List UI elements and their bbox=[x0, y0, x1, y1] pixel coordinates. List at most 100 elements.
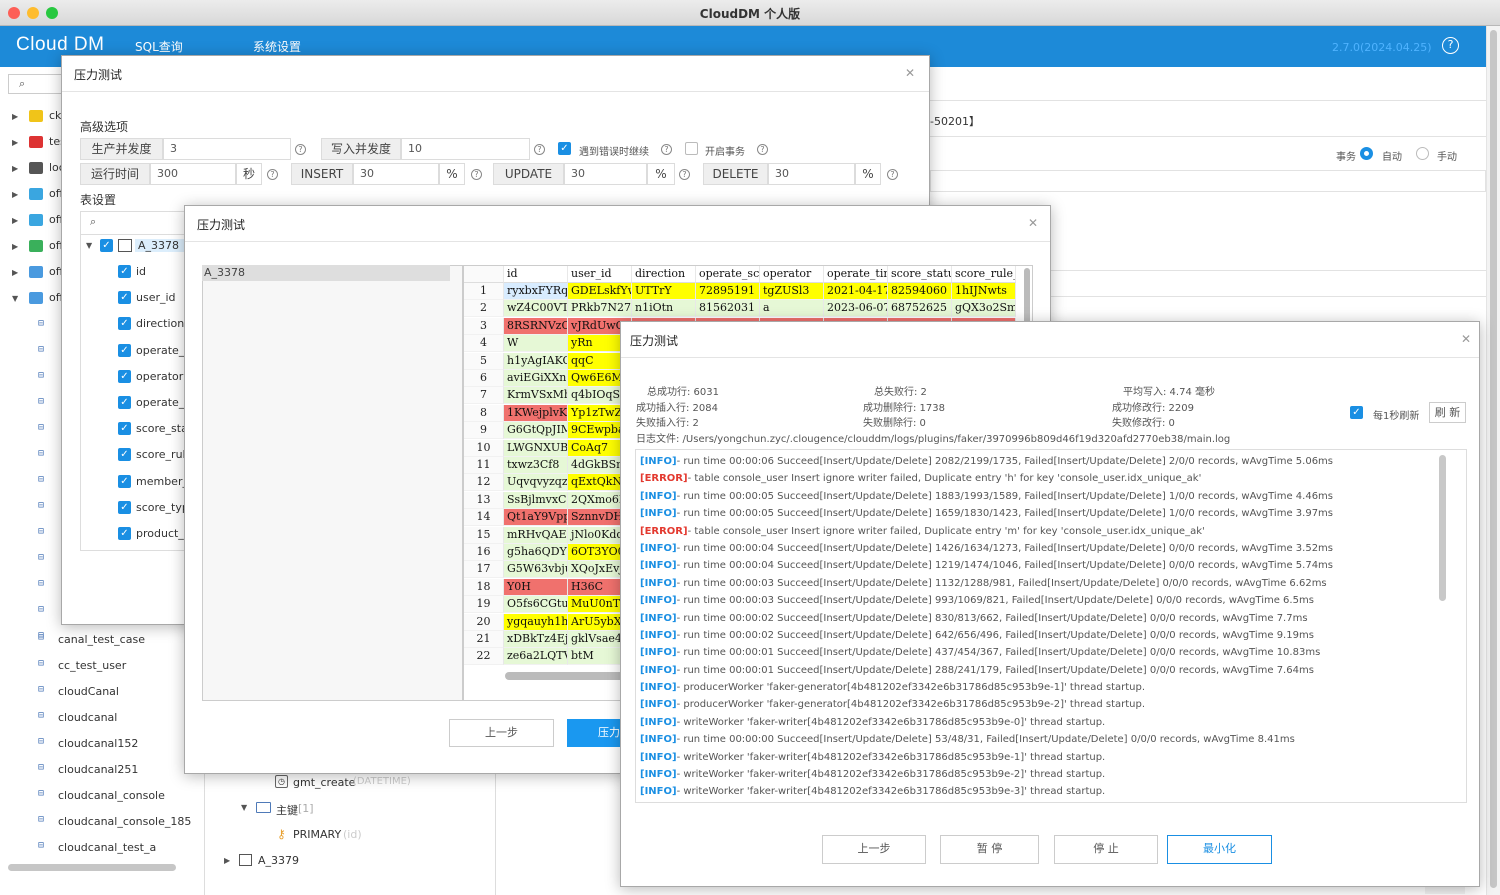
table-item[interactable]: cloudcanal152 bbox=[58, 737, 138, 750]
prev-step-button[interactable]: 上一步 bbox=[449, 719, 554, 747]
delete-percent-input[interactable]: 30 bbox=[768, 163, 855, 185]
column-search[interactable]: ⌕ bbox=[80, 211, 190, 235]
runtime-input[interactable]: 300 bbox=[150, 163, 236, 185]
grid-cell[interactable]: a bbox=[760, 300, 824, 318]
grid-cell[interactable]: 72895191 bbox=[696, 283, 760, 300]
help-icon[interactable]: ? bbox=[887, 169, 898, 180]
help-icon[interactable]: ? bbox=[661, 144, 672, 155]
refresh-button[interactable]: 刷 新 bbox=[1429, 402, 1466, 423]
grid-cell[interactable]: wZ4C00VTV bbox=[504, 300, 568, 318]
column-checkbox[interactable]: ✓ bbox=[118, 448, 131, 462]
grid-cell[interactable]: LWGNXUBc bbox=[504, 439, 568, 457]
column-gmt-create[interactable]: gmt_create bbox=[293, 776, 355, 789]
main-scrollbar-thumb[interactable] bbox=[1490, 30, 1497, 888]
nav-settings[interactable]: 系统设置 bbox=[253, 38, 301, 55]
grid-header[interactable]: direction bbox=[632, 266, 696, 283]
tx-auto-radio[interactable] bbox=[1360, 147, 1373, 160]
column-checkbox[interactable]: ✓ bbox=[118, 369, 131, 383]
expand-icon[interactable]: ▼ bbox=[12, 294, 18, 303]
grid-cell[interactable]: 1KWejplvKU bbox=[504, 404, 568, 422]
help-icon[interactable]: ? bbox=[267, 169, 278, 180]
grid-cell[interactable]: h1yAgIAKO bbox=[504, 352, 568, 370]
grid-cell[interactable]: O5fs6CGtus bbox=[504, 596, 568, 614]
tx-manual-radio[interactable] bbox=[1416, 147, 1429, 160]
preview-table-item[interactable]: A_3378 bbox=[202, 265, 450, 281]
help-icon[interactable]: ? bbox=[757, 144, 768, 155]
continue-on-error-checkbox[interactable]: ✓ bbox=[558, 142, 571, 155]
grid-cell[interactable]: g5ha6QDYN bbox=[504, 544, 568, 561]
table-item[interactable]: cloudcanal_test_a bbox=[58, 841, 156, 854]
db-item-label[interactable]: ck bbox=[49, 109, 61, 122]
pause-button[interactable]: 暂 停 bbox=[940, 835, 1039, 864]
grid-cell[interactable]: xDBkTz4Ejz bbox=[504, 631, 568, 648]
sidebar-hscroll[interactable] bbox=[8, 864, 176, 871]
grid-cell[interactable]: G5W63vbju bbox=[504, 561, 568, 579]
grid-cell[interactable]: 2021-04-17 ( bbox=[824, 283, 888, 300]
grid-cell[interactable]: tgZUSl3 bbox=[760, 283, 824, 300]
minimize-button[interactable]: 最小化 bbox=[1167, 835, 1272, 864]
table-item[interactable]: cloudcanal_console_185 bbox=[58, 815, 191, 828]
grid-header[interactable]: operate_score bbox=[696, 266, 760, 283]
expand-icon[interactable]: ▶ bbox=[12, 190, 18, 199]
pk-folder[interactable]: 主键 bbox=[276, 802, 298, 818]
grid-cell[interactable]: SsBjlmvxCL bbox=[504, 491, 568, 509]
table-item[interactable]: cc_test_user bbox=[58, 659, 126, 672]
grid-cell[interactable]: ze6a2LQTVl bbox=[504, 648, 568, 666]
expand-icon[interactable]: ▶ bbox=[12, 138, 18, 147]
grid-cell[interactable]: 81562031 bbox=[696, 300, 760, 318]
column-checkbox[interactable]: ✓ bbox=[118, 500, 131, 514]
column-checkbox[interactable]: ✓ bbox=[118, 317, 131, 331]
grid-cell[interactable]: G6GtQpJIM bbox=[504, 422, 568, 440]
expand-icon[interactable]: ▶ bbox=[12, 112, 18, 121]
table-item[interactable]: cloudCanal bbox=[58, 685, 119, 698]
grid-cell[interactable]: 2023-06-07 2 bbox=[824, 300, 888, 318]
grid-cell[interactable]: ryxbxFYRqI bbox=[504, 283, 568, 300]
table-checkbox[interactable]: ✓ bbox=[100, 239, 113, 252]
sidebar-search[interactable]: ⌕ bbox=[8, 74, 62, 94]
column-checkbox[interactable]: ✓ bbox=[118, 343, 131, 357]
column-checkbox[interactable]: ✓ bbox=[118, 422, 131, 436]
table-item[interactable]: cloudcanal bbox=[58, 711, 117, 724]
help-icon[interactable]: ? bbox=[295, 144, 306, 155]
column-checkbox[interactable]: ✓ bbox=[118, 527, 131, 540]
expand-icon[interactable]: ▶ bbox=[224, 856, 230, 865]
grid-cell[interactable]: 1hIJNwts bbox=[952, 283, 1016, 300]
grid-cell[interactable]: txwz3Cf8 bbox=[504, 457, 568, 474]
grid-header[interactable]: score_status bbox=[888, 266, 952, 283]
expand-icon[interactable]: ▼ bbox=[241, 803, 247, 812]
writer-concurrency-input[interactable]: 10 bbox=[401, 138, 530, 160]
grid-header[interactable]: operate_time bbox=[824, 266, 888, 283]
table-a3379[interactable]: A_3379 bbox=[258, 854, 299, 867]
expand-icon[interactable]: ▶ bbox=[12, 216, 18, 225]
table-a3378[interactable]: A_3378 bbox=[135, 239, 186, 252]
producer-concurrency-input[interactable]: 3 bbox=[163, 138, 291, 160]
grid-cell[interactable]: aviEGiXXn8 bbox=[504, 370, 568, 387]
grid-cell[interactable]: mRHvQAEP bbox=[504, 526, 568, 544]
help-icon[interactable]: ? bbox=[534, 144, 545, 155]
help-icon[interactable]: ? bbox=[1442, 37, 1459, 54]
grid-cell[interactable]: Uqvqvyzqz0 bbox=[504, 474, 568, 492]
collapse-icon[interactable]: ▼ bbox=[86, 241, 92, 250]
help-icon[interactable]: ? bbox=[679, 169, 690, 180]
grid-cell[interactable]: Qt1aY9Vpp bbox=[504, 509, 568, 527]
grid-cell[interactable]: UTTrY bbox=[632, 283, 696, 300]
grid-cell[interactable]: ygqauyh1hw bbox=[504, 613, 568, 631]
close-icon[interactable]: ✕ bbox=[1028, 216, 1038, 230]
table-item[interactable]: cloudcanal_console bbox=[58, 789, 165, 802]
update-percent-input[interactable]: 30 bbox=[564, 163, 647, 185]
insert-percent-input[interactable]: 30 bbox=[353, 163, 439, 185]
grid-cell[interactable]: gQX3o2Sme bbox=[952, 300, 1016, 318]
grid-cell[interactable]: GDELskfYw bbox=[568, 283, 632, 300]
grid-cell[interactable]: KrmVSxMh7 bbox=[504, 387, 568, 405]
column-checkbox[interactable]: ✓ bbox=[118, 265, 131, 278]
grid-header[interactable]: user_id bbox=[568, 266, 632, 283]
prev-step-button[interactable]: 上一步 bbox=[822, 835, 926, 864]
open-tx-checkbox[interactable] bbox=[685, 142, 698, 155]
grid-cell[interactable]: 68752625 bbox=[888, 300, 952, 318]
expand-icon[interactable]: ▶ bbox=[12, 268, 18, 277]
column-checkbox[interactable]: ✓ bbox=[118, 396, 131, 409]
auto-refresh-checkbox[interactable]: ✓ bbox=[1350, 406, 1363, 419]
help-icon[interactable]: ? bbox=[471, 169, 482, 180]
grid-header[interactable]: id bbox=[504, 266, 568, 283]
primary-key[interactable]: PRIMARY bbox=[293, 828, 341, 841]
